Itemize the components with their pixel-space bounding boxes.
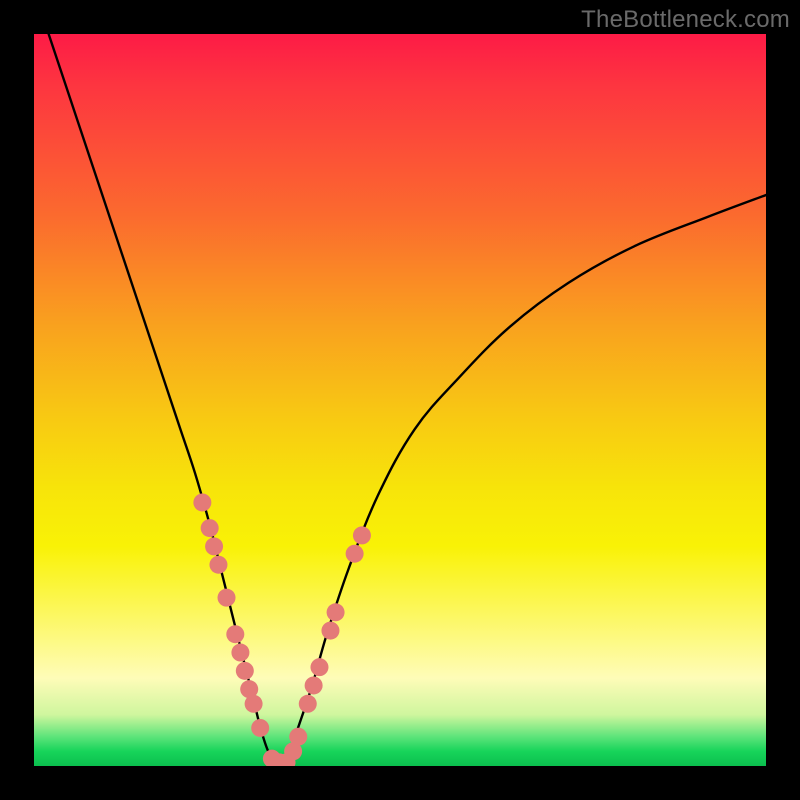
data-marker [289,728,307,746]
plot-area [34,34,766,766]
data-marker [218,589,236,607]
bottleneck-curve [49,34,766,764]
marker-group [193,493,371,766]
chart-frame: TheBottleneck.com [0,0,800,800]
data-marker [310,658,328,676]
data-marker [327,603,345,621]
data-marker [251,719,269,737]
data-marker [346,545,364,563]
data-marker [353,526,371,544]
data-marker [231,644,249,662]
data-marker [236,662,254,680]
data-marker [205,537,223,555]
data-marker [321,622,339,640]
data-marker [193,493,211,511]
data-marker [245,695,263,713]
data-marker [299,695,317,713]
data-marker [209,556,227,574]
data-marker [201,519,219,537]
watermark-text: TheBottleneck.com [581,6,790,34]
data-marker [226,625,244,643]
data-marker [305,676,323,694]
chart-svg [34,34,766,766]
